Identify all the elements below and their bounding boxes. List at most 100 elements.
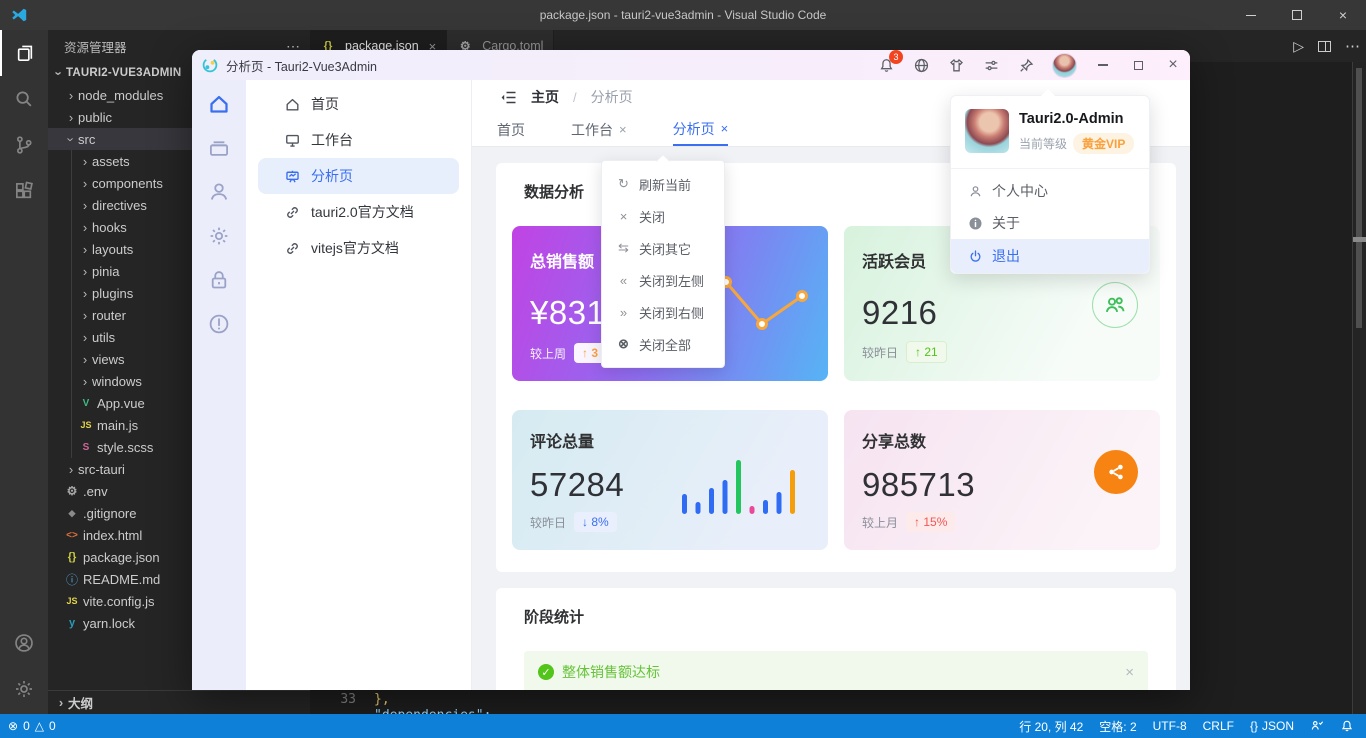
vue-file-icon: V — [78, 398, 94, 409]
scrollbar-slider[interactable] — [1353, 237, 1366, 242]
chevron-right-icon: › — [78, 286, 92, 301]
chevron-right-icon: › — [78, 330, 92, 345]
close-alert-icon[interactable]: × — [1125, 664, 1134, 681]
breadcrumb-current: 分析页 — [591, 87, 633, 107]
settings-sliders-icon[interactable] — [982, 56, 1000, 74]
vscode-minimize-button[interactable] — [1228, 0, 1274, 30]
encoding[interactable]: UTF-8 — [1153, 719, 1187, 733]
warnings-count: 0 — [49, 719, 56, 733]
divider — [951, 168, 1149, 169]
vscode-activity-bar — [0, 30, 48, 714]
chevron-right-icon: › — [64, 462, 78, 477]
tauri-logo-icon — [202, 57, 218, 73]
line-number: 33 — [324, 692, 356, 707]
cursor-position[interactable]: 行 20, 列 42 — [1019, 718, 1083, 735]
explorer-icon[interactable] — [0, 30, 48, 76]
menu-item-workbench[interactable]: 工作台 — [246, 122, 471, 158]
user-icon[interactable] — [205, 178, 233, 206]
chevron-right-icon: › — [78, 176, 92, 191]
menu-item-home[interactable]: 首页 — [246, 86, 471, 122]
chevron-right-icon: › — [78, 198, 92, 213]
user-avatar[interactable] — [1052, 53, 1077, 78]
split-editor-icon[interactable] — [1318, 41, 1331, 52]
app-minimize-button[interactable] — [1094, 64, 1112, 65]
eol-sequence[interactable]: CRLF — [1203, 719, 1234, 733]
context-close[interactable]: ×关闭 — [602, 200, 724, 232]
notifications-bell-icon[interactable]: 3 — [877, 56, 895, 74]
tab-workbench[interactable]: 工作台× — [571, 113, 627, 146]
html-file-icon: <> — [64, 530, 80, 541]
app-close-button[interactable]: × — [1164, 56, 1182, 74]
breadcrumb-root[interactable]: 主页 — [531, 87, 559, 107]
notifications-bell-icon[interactable] — [1340, 719, 1354, 733]
comments-mini-bars — [680, 456, 802, 516]
close-tab-icon[interactable]: × — [619, 122, 627, 137]
accounts-icon[interactable] — [0, 620, 48, 666]
extensions-icon[interactable] — [0, 168, 48, 214]
gear-icon[interactable] — [205, 222, 233, 250]
vscode-window-title: package.json - tauri2-vue3admin - Visual… — [0, 8, 1366, 22]
vscode-titlebar: package.json - tauri2-vue3admin - Visual… — [0, 0, 1366, 30]
user-dropdown: Tauri2.0-Admin 当前等级 黄金VIP 个人中心 关于 退出 — [950, 95, 1150, 274]
chevron-right-icon: › — [54, 695, 68, 710]
vscode-restore-button[interactable] — [1274, 0, 1320, 30]
app-maximize-button[interactable] — [1129, 61, 1147, 70]
user-dropdown-header: Tauri2.0-Admin 当前等级 黄金VIP — [951, 96, 1149, 164]
outline-label: 大纲 — [68, 693, 93, 712]
more-actions-icon[interactable]: ⋯ — [1345, 37, 1360, 55]
language-switch-icon[interactable] — [912, 56, 930, 74]
lock-icon[interactable] — [205, 266, 233, 294]
tab-home[interactable]: 首页 — [497, 113, 525, 146]
search-icon[interactable] — [0, 76, 48, 122]
home-icon[interactable] — [205, 90, 233, 118]
menu-item-tauri-docs[interactable]: tauri2.0官方文档 — [246, 194, 471, 230]
outline-section[interactable]: › 大纲 — [48, 690, 310, 714]
run-icon[interactable]: ▷ — [1293, 38, 1304, 55]
double-left-icon: « — [616, 273, 631, 288]
card-title: 分享总数 — [862, 428, 1142, 452]
minimap[interactable] — [1352, 62, 1366, 714]
chevron-right-icon: › — [78, 352, 92, 367]
dropdown-profile[interactable]: 个人中心 — [951, 175, 1149, 207]
settings-gear-icon[interactable] — [0, 666, 48, 712]
tab-analysis[interactable]: 分析页× — [673, 113, 729, 146]
share-icon — [1094, 450, 1138, 494]
context-close-others[interactable]: ⇆关闭其它 — [602, 232, 724, 264]
editor-actions: ▷ ⋯ — [1293, 30, 1360, 62]
context-close-all[interactable]: ⊗关闭全部 — [602, 328, 724, 360]
tauri-app-window: 分析页 - Tauri2-Vue3Admin 3 — [192, 50, 1190, 690]
workbench-icon[interactable] — [205, 134, 233, 162]
statusbar-right: 行 20, 列 42 空格: 2 UTF-8 CRLF {} JSON — [1019, 718, 1366, 735]
tab-context-menu: ↻刷新当前 ×关闭 ⇆关闭其它 «关闭到左侧 »关闭到右侧 ⊗关闭全部 — [601, 160, 725, 368]
refresh-icon: ↻ — [616, 176, 631, 192]
theme-shirt-icon[interactable] — [947, 56, 965, 74]
indentation[interactable]: 空格: 2 — [1099, 718, 1136, 735]
compare-label: 较昨日 — [530, 514, 566, 531]
stage-panel: 阶段统计 ✓ 整体销售额达标 × — [496, 588, 1176, 690]
menu-item-vite-docs[interactable]: vitejs官方文档 — [246, 230, 471, 266]
menu-fold-icon[interactable] — [500, 90, 517, 105]
dropdown-logout[interactable]: 退出 — [951, 239, 1149, 273]
close-tab-icon[interactable]: × — [721, 121, 729, 136]
vscode-close-button[interactable]: × — [1320, 0, 1366, 30]
card-total-shares: 分享总数 985713 较上月 ↑ 15% — [844, 410, 1160, 550]
context-refresh[interactable]: ↻刷新当前 — [602, 168, 724, 200]
feedback-icon[interactable] — [1310, 719, 1324, 733]
info-icon[interactable] — [205, 310, 233, 338]
context-close-left[interactable]: «关闭到左侧 — [602, 264, 724, 296]
context-close-right[interactable]: »关闭到右侧 — [602, 296, 724, 328]
json-file-icon: {} — [64, 551, 80, 563]
source-control-icon[interactable] — [0, 122, 48, 168]
pin-icon[interactable] — [1017, 56, 1035, 74]
level-label: 当前等级 — [1019, 135, 1067, 152]
problems-status[interactable]: ⊗ 0 △ 0 — [0, 719, 56, 733]
vscode-window-controls: × — [1228, 0, 1366, 30]
link-icon — [284, 204, 301, 221]
menu-item-analysis[interactable]: 分析页 — [258, 158, 459, 194]
dropdown-about[interactable]: 关于 — [951, 207, 1149, 239]
readme-file-icon: ⓘ — [64, 571, 80, 588]
language-mode[interactable]: {} JSON — [1250, 719, 1294, 733]
app-window-title: 分析页 - Tauri2-Vue3Admin — [226, 56, 377, 75]
minimap-content — [1356, 68, 1362, 328]
monitor-icon — [284, 132, 301, 149]
